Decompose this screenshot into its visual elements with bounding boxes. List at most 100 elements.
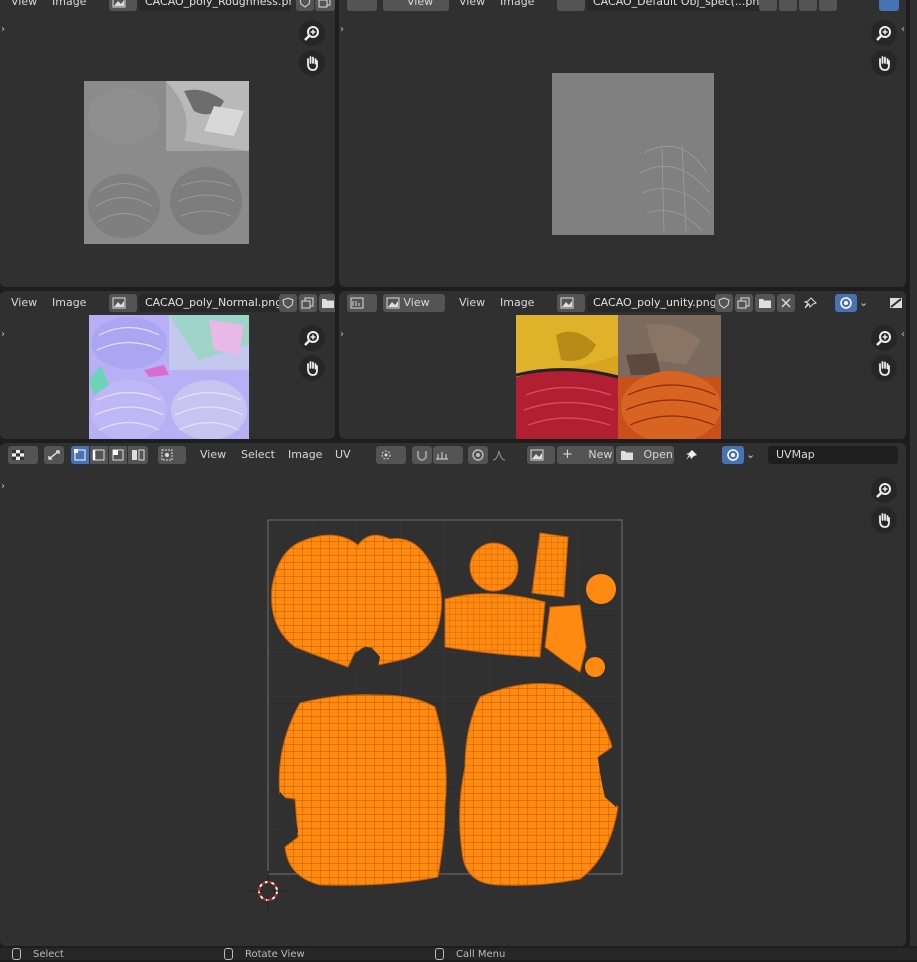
normal-canvas[interactable]: › (0, 315, 335, 439)
normal-open-button[interactable] (319, 294, 335, 312)
roughness-texture-image (84, 81, 249, 244)
specular-zoom-button[interactable] (871, 20, 897, 46)
specular-view-dropdown-label: View (407, 0, 434, 8)
uv-view-menu[interactable]: View (200, 446, 226, 464)
unity-open-button[interactable] (755, 294, 775, 312)
roughness-pan-button[interactable] (299, 50, 325, 76)
uv-layout-view (267, 519, 623, 886)
unity-browse-image-button[interactable] (557, 294, 585, 312)
uv-editor-header: View Select Image UV + New Open ⌄ UVMap (0, 443, 906, 467)
uv-snap-target-dropdown[interactable] (433, 446, 463, 464)
uv-vertex-select-button[interactable] (71, 446, 89, 464)
image-icon (112, 0, 126, 8)
uv-sticky-selection-dropdown[interactable] (158, 446, 186, 464)
specular-image-name-field[interactable]: CACAO_Default Obj_spec(...png (587, 0, 767, 11)
unity-zoom-button[interactable] (871, 325, 897, 351)
sync-icon (48, 450, 60, 460)
roughness-zoom-button[interactable] (299, 20, 325, 46)
specular-pan-button[interactable] (871, 50, 897, 76)
specular-duplicate-button[interactable] (779, 0, 797, 11)
roughness-toolbar-toggle-icon[interactable]: › (1, 24, 5, 35)
roughness-image-menu[interactable]: Image (52, 0, 86, 11)
uv-uv-menu[interactable]: UV (335, 446, 351, 464)
uv-canvas[interactable]: › (0, 467, 906, 946)
unity-sidebar-toggle-icon[interactable]: ‹ (901, 329, 905, 340)
unity-pin-button[interactable] (801, 294, 819, 312)
uv-image-menu[interactable]: Image (288, 446, 322, 464)
specular-overlay-button[interactable] (879, 0, 899, 11)
roughness-duplicate-button[interactable] (315, 0, 335, 11)
unity-overlay-button[interactable] (835, 294, 857, 312)
specular-sidebar-toggle-icon[interactable]: ‹ (901, 24, 905, 35)
unity-view-menu[interactable]: View (459, 294, 485, 312)
specular-fake-user-button[interactable] (759, 0, 777, 11)
uv-new-image-button[interactable]: + New (557, 446, 614, 464)
roughness-view-menu[interactable]: View (11, 0, 37, 11)
unity-image-name-field[interactable]: CACAO_poly_unity.png (587, 294, 719, 312)
uv-overlay-dropdown[interactable]: ⌄ (746, 446, 758, 464)
unity-view-dropdown[interactable]: View (383, 294, 445, 312)
specular-open-button[interactable] (799, 0, 817, 11)
uv-island-select-button[interactable] (128, 446, 148, 464)
uv-pivot-dropdown[interactable] (376, 446, 406, 464)
roughness-image-name-field[interactable]: CACAO_poly_Roughness.png (139, 0, 291, 11)
normal-pan-button[interactable] (299, 355, 325, 381)
unity-image-menu[interactable]: Image (500, 294, 534, 312)
image-editor-normal: View Image CACAO_poly_Normal.png › (0, 291, 335, 439)
hand-icon (307, 361, 318, 376)
uv-browse-image-button[interactable] (527, 446, 555, 464)
unity-fake-user-button[interactable] (715, 294, 733, 312)
unity-overlay-dropdown[interactable]: ⌄ (859, 294, 871, 312)
specular-image-menu[interactable]: Image (500, 0, 534, 11)
specular-editor-type-button[interactable] (347, 0, 377, 11)
unity-canvas[interactable]: › ‹ (339, 315, 906, 439)
specular-close-button[interactable] (819, 0, 837, 11)
specular-view-dropdown[interactable]: View (383, 0, 449, 11)
uv-open-image-button[interactable]: Open (616, 446, 674, 464)
uv-edge-select-button[interactable] (90, 446, 108, 464)
uv-editor-type-button[interactable] (8, 446, 38, 464)
status-bar: Select Rotate View Call Menu (0, 948, 917, 960)
normal-toolbar-toggle-icon[interactable]: › (1, 329, 5, 340)
sticky-select-icon (161, 449, 173, 461)
roughness-canvas[interactable]: › (0, 14, 335, 287)
normal-duplicate-button[interactable] (299, 294, 317, 312)
unity-duplicate-button[interactable] (735, 294, 753, 312)
uv-toolbar-toggle-icon[interactable]: › (1, 481, 5, 492)
plus-icon: + (562, 447, 573, 462)
normal-view-menu[interactable]: View (11, 294, 37, 312)
specular-view-menu[interactable]: View (459, 0, 485, 11)
unity-editor-type-button[interactable] (347, 294, 377, 312)
uv-pin-button[interactable] (684, 446, 700, 464)
uv-map-field[interactable]: UVMap (768, 446, 898, 464)
uv-pan-button[interactable] (871, 507, 897, 533)
checker-icon (12, 450, 24, 460)
uv-proportional-edit-button[interactable] (468, 446, 488, 464)
uv-zoom-button[interactable] (871, 477, 897, 503)
normal-browse-image-button[interactable] (109, 294, 137, 312)
uv-snap-toggle-button[interactable] (412, 446, 432, 464)
uv-falloff-dropdown[interactable] (490, 446, 520, 464)
pin-icon (803, 297, 817, 309)
unity-pan-button[interactable] (871, 355, 897, 381)
normal-image-name-field[interactable]: CACAO_poly_Normal.png (139, 294, 285, 312)
normal-fake-user-button[interactable] (279, 294, 297, 312)
specular-toolbar-toggle-icon[interactable]: › (340, 24, 344, 35)
unity-close-button[interactable] (777, 294, 795, 312)
uv-select-menu[interactable]: Select (241, 446, 275, 464)
normal-zoom-button[interactable] (299, 325, 325, 351)
normal-image-menu[interactable]: Image (52, 294, 86, 312)
uv-sync-selection-button[interactable] (44, 446, 64, 464)
specular-canvas[interactable]: › ‹ (339, 14, 906, 287)
folder-icon (621, 451, 633, 460)
roughness-browse-image-button[interactable] (109, 0, 137, 11)
copy-icon (318, 0, 331, 8)
roughness-fake-user-button[interactable] (296, 0, 314, 11)
unity-gizmo-button[interactable] (889, 294, 905, 312)
unity-toolbar-toggle-icon[interactable]: › (340, 329, 344, 340)
specular-pin-button[interactable] (845, 0, 863, 11)
uv-face-select-button[interactable] (109, 446, 127, 464)
uv-overlay-button[interactable] (722, 446, 744, 464)
uv-editor: View Select Image UV + New Open ⌄ UVMap … (0, 443, 906, 946)
specular-browse-image-button[interactable] (557, 0, 585, 11)
